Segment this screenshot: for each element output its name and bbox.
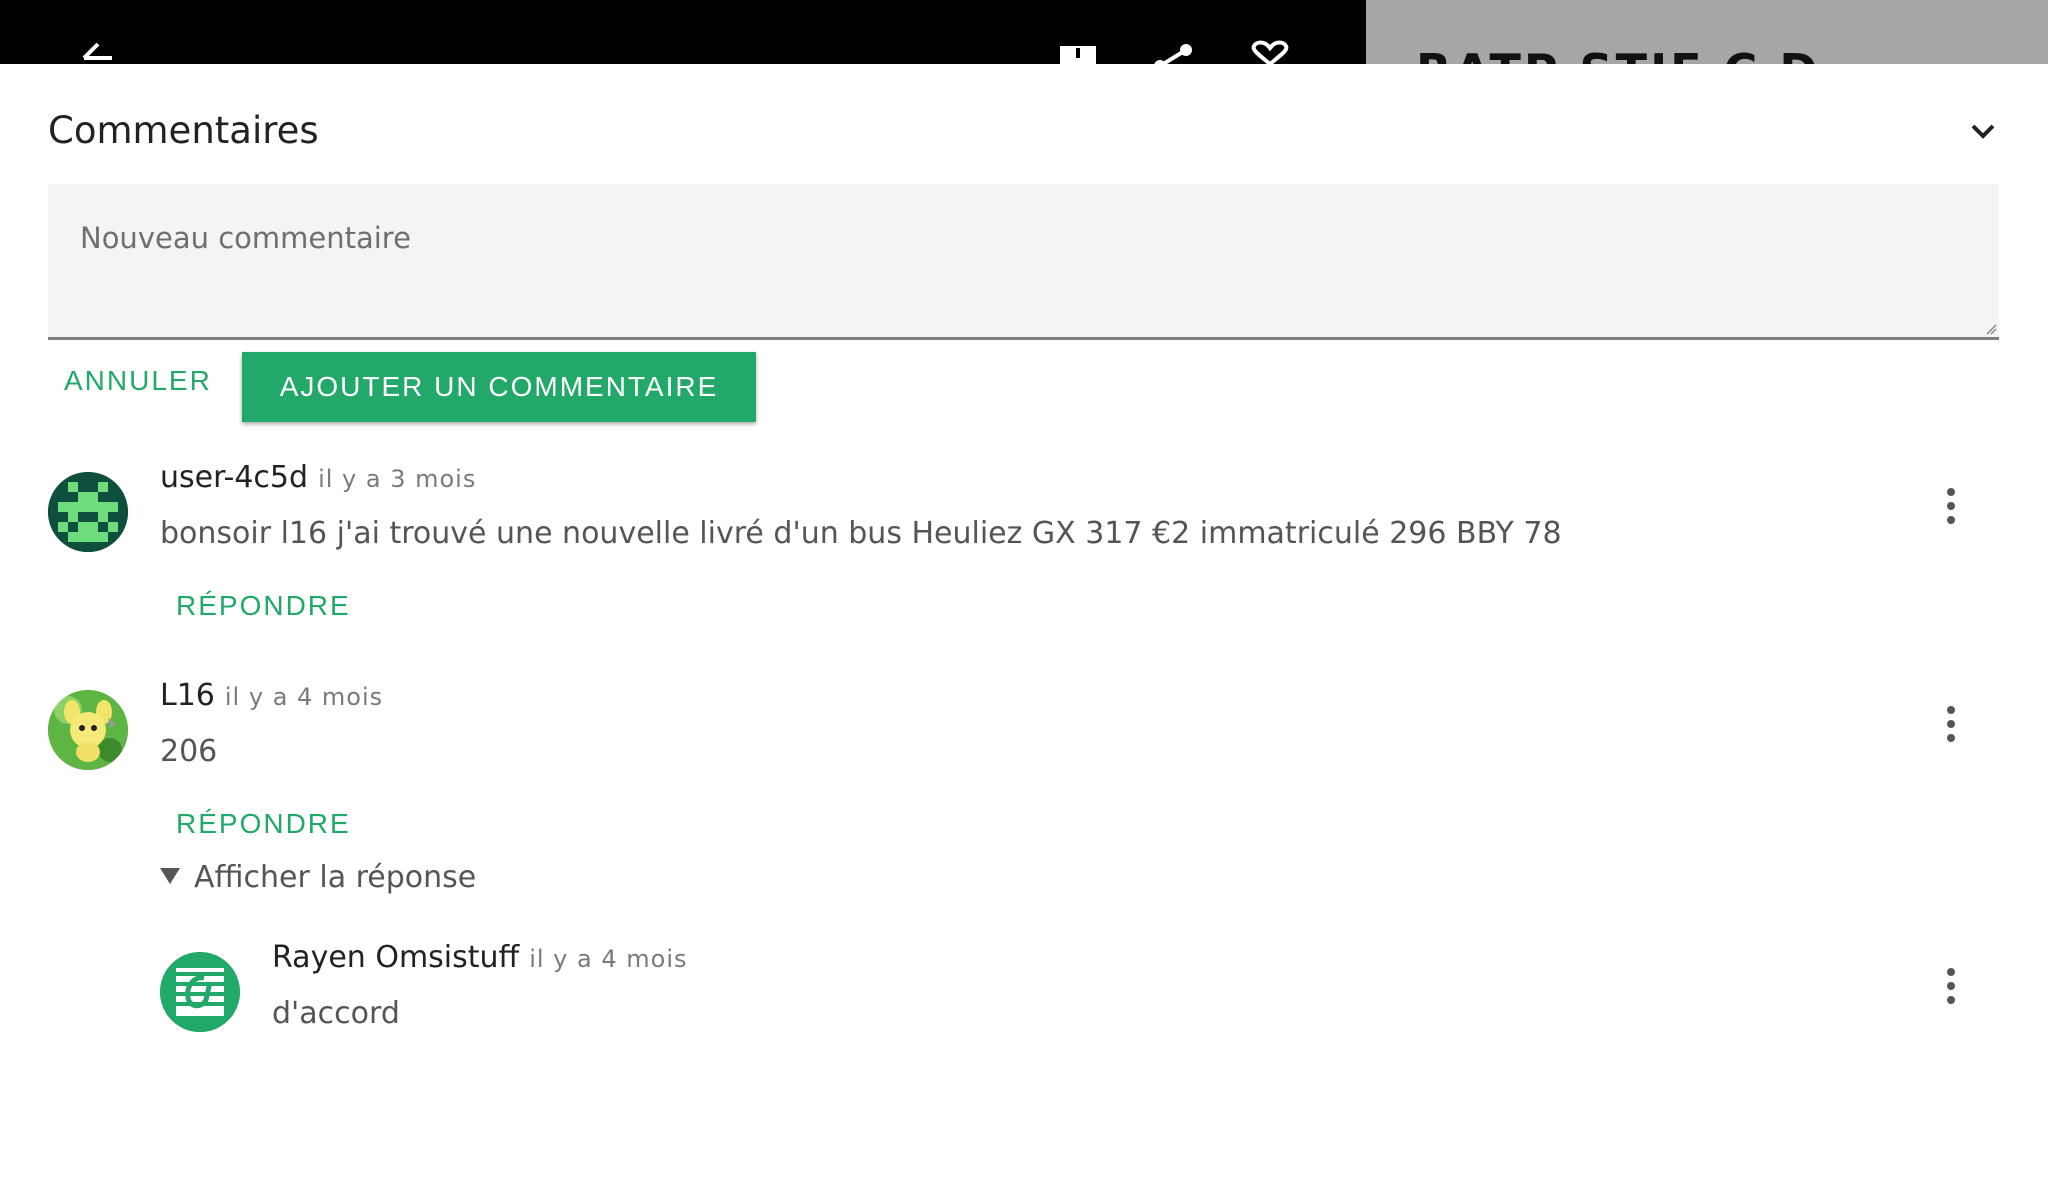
reply-button[interactable]: RÉPONDRE (176, 590, 351, 622)
cancel-button[interactable]: ANNULER (48, 352, 228, 410)
show-replies-label: Afficher la réponse (194, 860, 477, 895)
avatar[interactable] (48, 690, 128, 770)
logo-avatar-icon (160, 952, 240, 1032)
more-options-icon[interactable] (1945, 486, 1957, 526)
avatar[interactable] (160, 952, 240, 1032)
new-comment-input[interactable]: Nouveau commentaire (48, 184, 1999, 340)
side-panel-header: RATP STIF C D (1366, 0, 2048, 64)
new-comment-placeholder: Nouveau commentaire (80, 221, 411, 255)
reply-button[interactable]: RÉPONDRE (176, 808, 351, 840)
comment-author[interactable]: L16 (160, 678, 215, 713)
download-icon[interactable] (1058, 40, 1098, 64)
reply-time: il y a 4 mois (529, 945, 688, 973)
show-replies-toggle[interactable]: Afficher la réponse (160, 860, 476, 895)
comment-text: bonsoir l16 j'ai trouvé une nouvelle liv… (160, 516, 1562, 551)
comment-text: 206 (160, 734, 218, 769)
more-options-icon[interactable] (1945, 704, 1957, 744)
comments-title: Commentaires (48, 109, 319, 152)
caret-down-icon (160, 867, 180, 884)
top-bar (0, 0, 1366, 64)
reply-header: Rayen Omsistuff il y a 4 mois (272, 940, 687, 975)
avatar[interactable] (48, 472, 128, 552)
comments-panel: Commentaires Nouveau commentaire ANNULER… (0, 64, 2048, 1200)
heart-icon[interactable] (1248, 40, 1292, 64)
add-comment-button[interactable]: AJOUTER UN COMMENTAIRE (242, 352, 756, 422)
creature-avatar-icon (48, 690, 128, 770)
comment-author[interactable]: user-4c5d (160, 460, 308, 495)
reply-text: d'accord (272, 996, 400, 1031)
side-panel-title: RATP STIF C D (1416, 44, 1821, 64)
reply-author[interactable]: Rayen Omsistuff (272, 940, 519, 975)
more-options-icon[interactable] (1945, 966, 1957, 1006)
pixel-avatar-icon (48, 472, 128, 552)
back-arrow-icon[interactable] (76, 40, 116, 64)
comment-time: il y a 3 mois (318, 465, 477, 493)
resize-handle-icon[interactable] (1985, 323, 1997, 335)
comment-time: il y a 4 mois (224, 683, 384, 711)
chevron-down-icon[interactable] (1966, 114, 2000, 148)
comment-header: L16 il y a 4 mois (160, 678, 383, 713)
comment-header: user-4c5d il y a 3 mois (160, 460, 476, 495)
share-icon[interactable] (1150, 40, 1194, 64)
